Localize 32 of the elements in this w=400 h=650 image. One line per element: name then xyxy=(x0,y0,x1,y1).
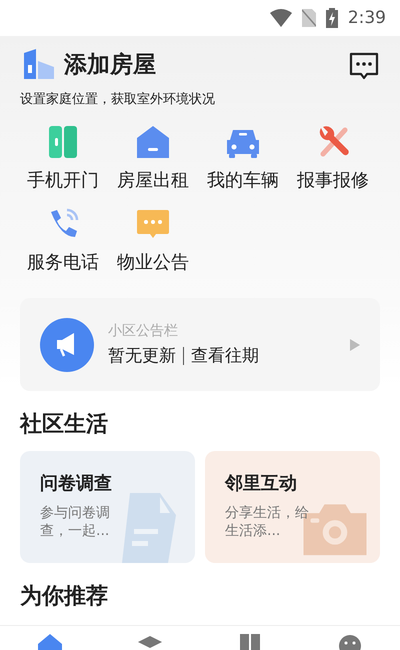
clock-time: 2:39 xyxy=(348,8,386,28)
service-label[interactable]: 服务电话 xyxy=(27,250,99,274)
battery-icon xyxy=(326,8,338,28)
community-card[interactable]: 邻里互动 分享生活，给生活添... xyxy=(205,451,380,563)
notice-card[interactable]: 小区公告栏 暂无更新 查看往期 xyxy=(20,298,380,391)
card-description: 参与问卷调查，一起... xyxy=(40,505,111,540)
wifi-icon xyxy=(270,9,292,27)
card-title: 问卷调查 xyxy=(40,472,113,495)
service-label[interactable]: 手机开门 xyxy=(27,168,99,192)
service-label[interactable]: 物业公告 xyxy=(117,250,189,274)
message-icon[interactable] xyxy=(348,50,380,82)
nav-tab[interactable] xyxy=(338,632,362,650)
page-title: 添加房屋 xyxy=(64,50,157,80)
card-title: 邻里互动 xyxy=(225,472,298,495)
megaphone-icon xyxy=(40,318,94,372)
arrow-icon xyxy=(350,338,360,350)
page-subtitle: 设置家庭位置，获取室外环境状况 xyxy=(19,91,216,108)
nav-tab[interactable] xyxy=(238,632,262,650)
history-link[interactable]: 查看往期 xyxy=(191,344,259,367)
house-icon xyxy=(135,124,171,160)
section-title: 社区生活 xyxy=(18,411,109,439)
service-label[interactable]: 我的车辆 xyxy=(207,168,279,192)
notice-title: 小区公告栏 xyxy=(108,322,179,340)
no-sim-icon xyxy=(302,9,316,27)
section-title: 为你推荐 xyxy=(19,583,109,611)
notice-status: 暂无更新 xyxy=(108,345,176,367)
building-icon xyxy=(22,47,56,81)
nav-tab[interactable] xyxy=(38,632,62,650)
service-label[interactable]: 报事报修 xyxy=(297,168,369,192)
card-description: 分享生活，给生活添... xyxy=(225,505,310,540)
service-label[interactable]: 房屋出租 xyxy=(117,168,189,192)
community-card[interactable]: 问卷调查 参与问卷调查，一起... xyxy=(20,451,195,563)
